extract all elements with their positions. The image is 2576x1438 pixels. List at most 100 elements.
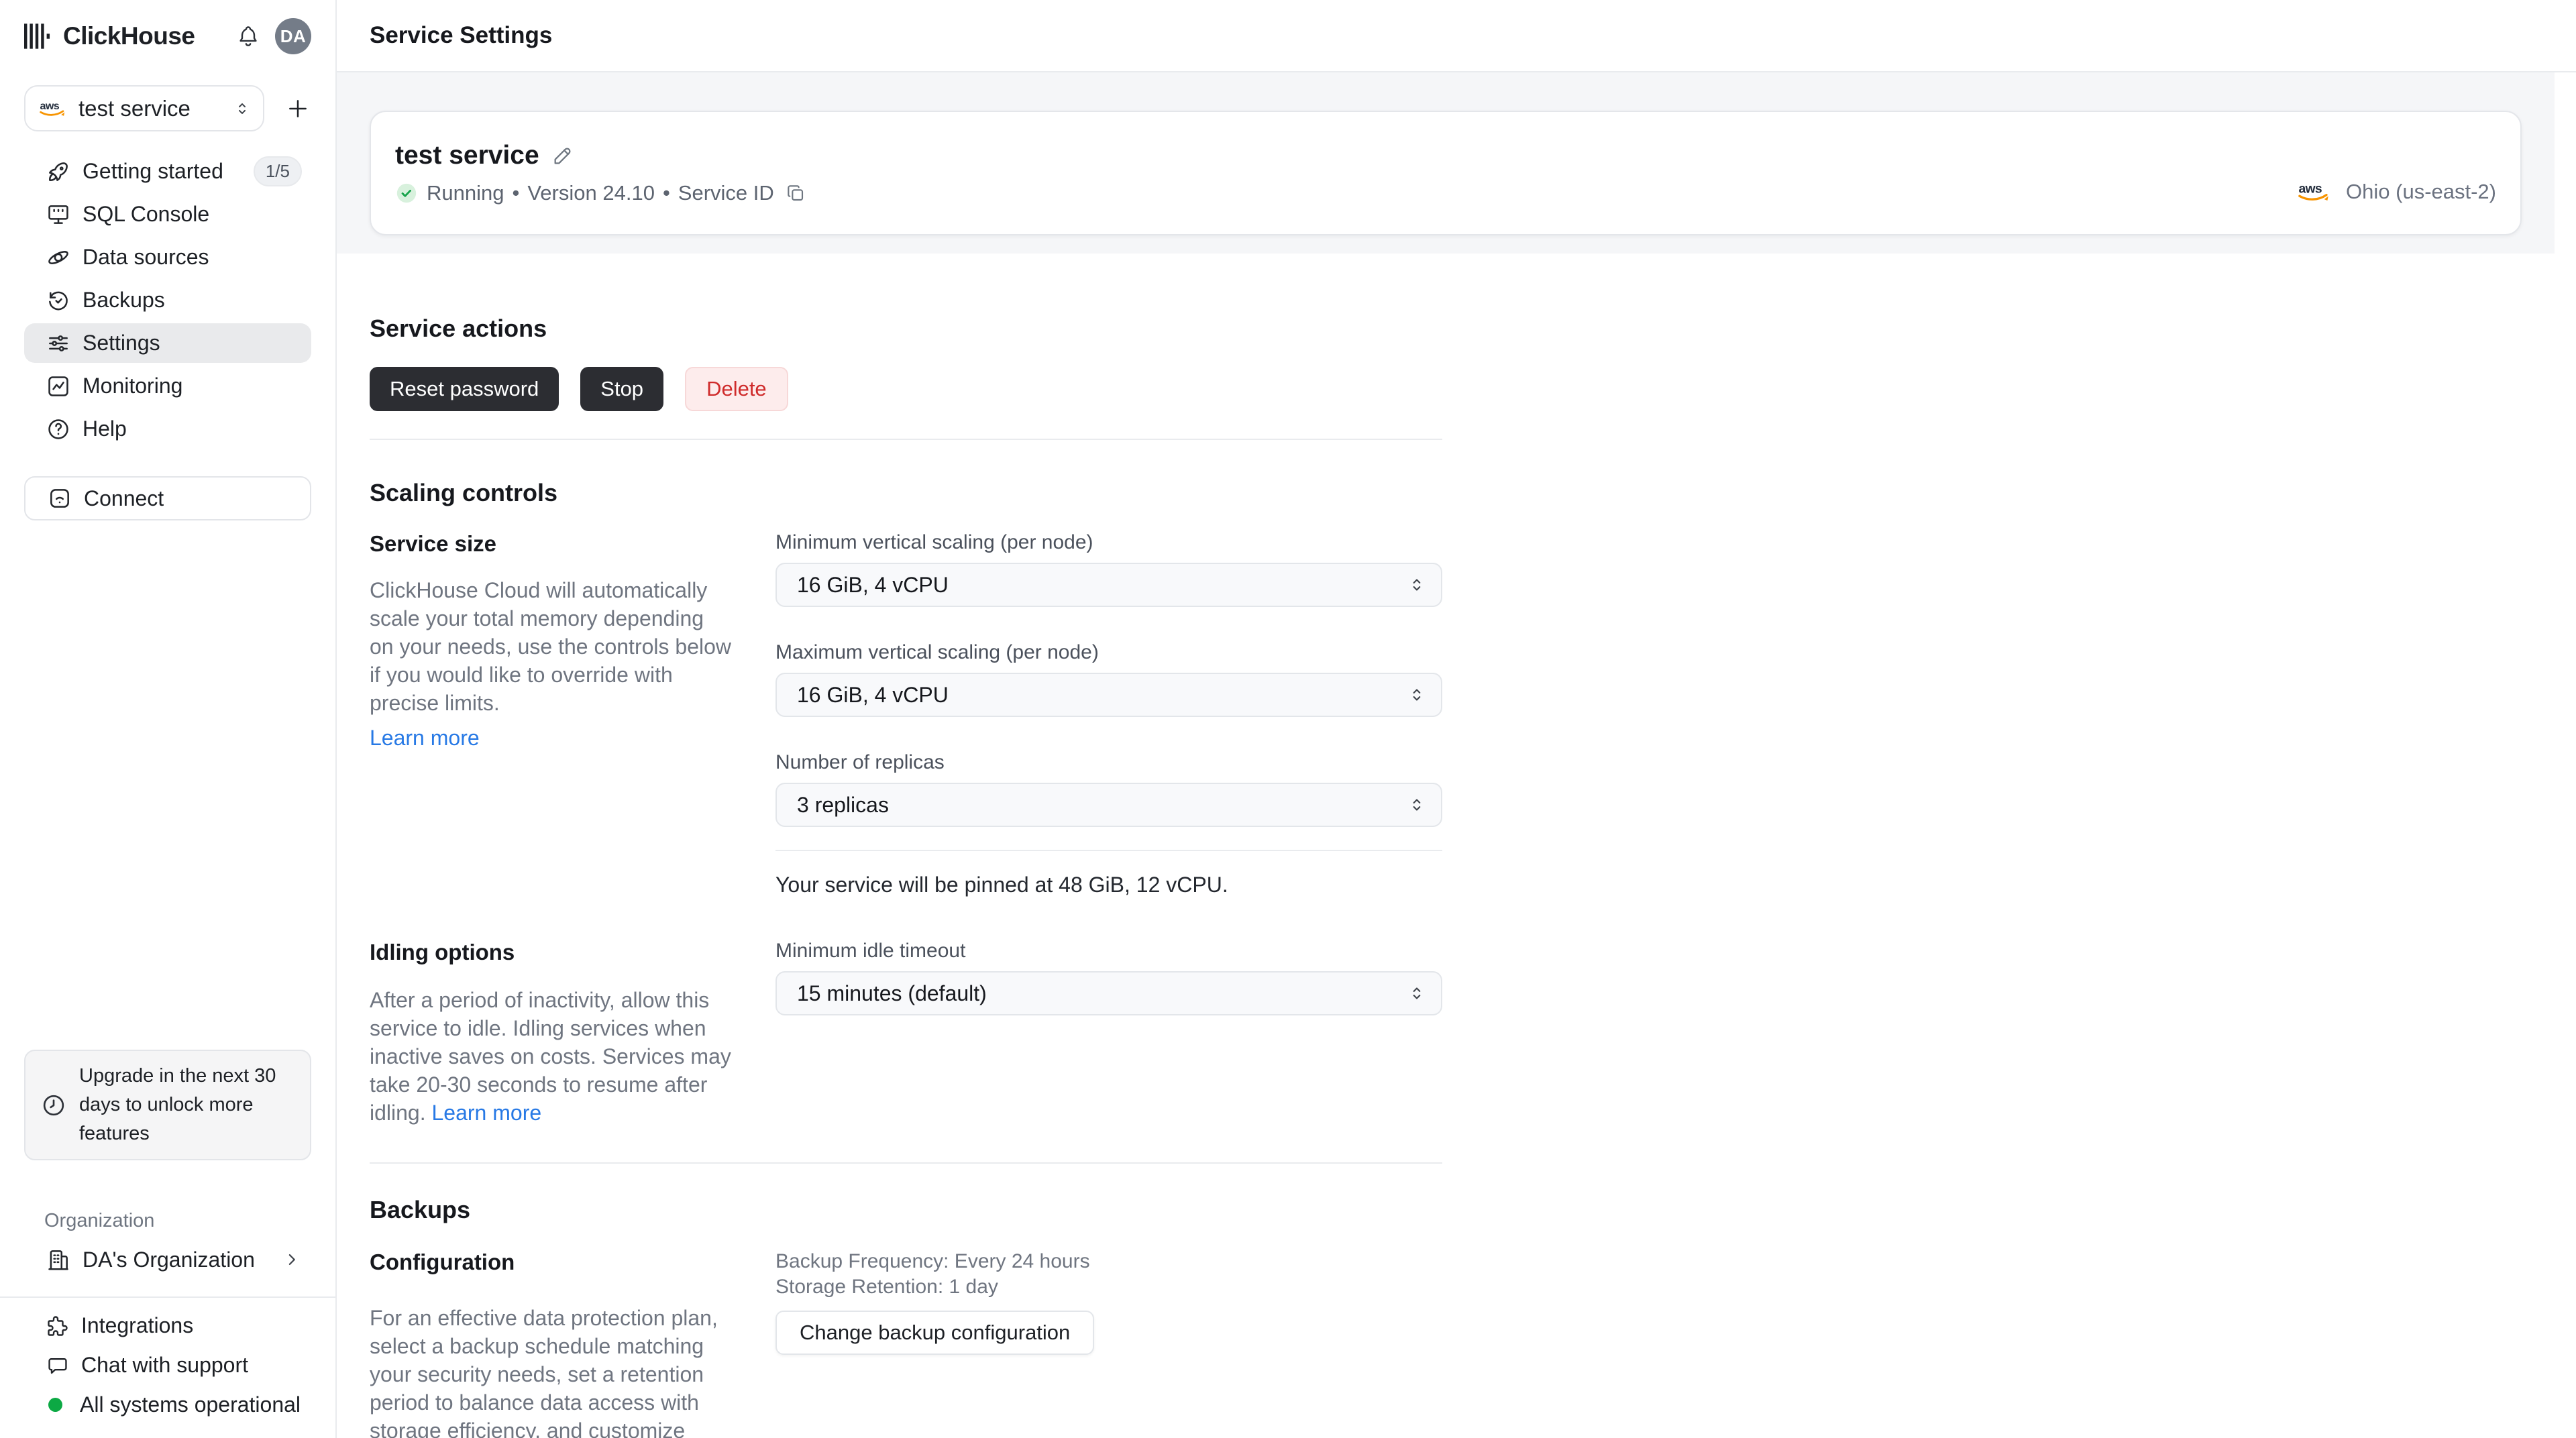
scaling-learn-more-link[interactable]: Learn more [370, 724, 480, 752]
scaling-controls-title: Scaling controls [370, 479, 558, 506]
chevron-up-down-icon [1407, 575, 1426, 594]
fields-divider [775, 850, 1442, 851]
new-service-button[interactable] [284, 95, 311, 122]
idling-description-text: After a period of inactivity, allow this… [370, 988, 731, 1125]
sidebar-item-sql-console[interactable]: SQL Console [24, 195, 311, 234]
footer-item-label: Chat with support [81, 1353, 249, 1377]
max-scaling-select[interactable]: 16 GiB, 4 vCPU [775, 673, 1442, 717]
service-actions-title: Service actions [370, 315, 547, 342]
chevron-right-icon [282, 1250, 302, 1270]
service-id-label: Service ID [678, 181, 774, 205]
chart-icon [46, 374, 71, 399]
connect-label: Connect [84, 486, 164, 510]
connect-button[interactable]: Connect [24, 476, 311, 520]
service-size-column: Service size ClickHouse Cloud will autom… [370, 531, 731, 897]
sidebar-item-integrations[interactable]: Integrations [24, 1306, 311, 1345]
avatar[interactable]: DA [275, 18, 311, 54]
service-card: test service Running • Version 24.10 • S… [370, 111, 2522, 235]
organization-item[interactable]: DA's Organization [24, 1240, 311, 1279]
backup-config-column: Configuration For an effective data prot… [370, 1249, 731, 1438]
scaling-fields-column: Minimum vertical scaling (per node) 16 G… [775, 531, 1442, 897]
console-icon [46, 202, 71, 227]
backup-description: For an effective data protection plan, s… [370, 1306, 718, 1438]
aws-logo-icon: aws [38, 99, 68, 119]
copy-icon[interactable] [785, 182, 806, 204]
provider-region: aws Ohio (us-east-2) [2295, 180, 2496, 204]
service-selector-row: aws test service [24, 85, 311, 131]
replicas-label: Number of replicas [775, 751, 945, 773]
organization-section-label: Organization [44, 1210, 155, 1231]
service-selector[interactable]: aws test service [24, 85, 264, 131]
app-window: ClickHouse DA aws test service Getting s… [0, 0, 2576, 1438]
notifications-bell-icon[interactable] [236, 24, 260, 48]
sidebar-footer: Integrations Chat with support All syste… [0, 1296, 335, 1438]
sidebar: ClickHouse DA aws test service Getting s… [0, 0, 337, 1438]
min-scaling-label: Minimum vertical scaling (per node) [775, 531, 1093, 553]
idle-timeout-value: 15 minutes (default) [797, 981, 987, 1005]
replicas-value: 3 replicas [797, 792, 889, 817]
sidebar-item-settings[interactable]: Settings [24, 323, 311, 363]
upgrade-banner[interactable]: Upgrade in the next 30 days to unlock mo… [24, 1050, 311, 1160]
idle-timeout-label: Minimum idle timeout [775, 940, 966, 962]
sidebar-item-help[interactable]: Help [24, 409, 311, 449]
min-scaling-select[interactable]: 16 GiB, 4 vCPU [775, 563, 1442, 607]
backup-settings-column: Backup Frequency: Every 24 hours Storage… [775, 1249, 1442, 1438]
idling-column: Idling options After a period of inactiv… [370, 939, 731, 1127]
puzzle-icon [46, 1314, 70, 1338]
sidebar-item-monitoring[interactable]: Monitoring [24, 366, 311, 406]
edit-pencil-icon[interactable] [551, 144, 574, 167]
settings-content: Service actions Reset password Stop Dele… [337, 254, 2576, 1438]
orbit-icon [46, 245, 71, 270]
brand-name: ClickHouse [63, 22, 195, 50]
clickhouse-logo-icon [24, 23, 52, 49]
sidebar-item-getting-started[interactable]: Getting started 1/5 [24, 152, 311, 191]
sidebar-item-label: Backups [83, 288, 165, 312]
system-status-label: All systems operational [80, 1392, 301, 1417]
max-scaling-label: Maximum vertical scaling (per node) [775, 641, 1099, 663]
sidebar-item-label: SQL Console [83, 202, 210, 226]
meta-separator: • [512, 181, 520, 205]
chat-bubble-icon [46, 1353, 70, 1378]
rocket-icon [46, 159, 71, 184]
sidebar-item-chat-support[interactable]: Chat with support [24, 1345, 311, 1385]
idle-timeout-select[interactable]: 15 minutes (default) [775, 971, 1442, 1015]
sidebar-nav: Getting started 1/5 SQL Console Data sou… [24, 152, 311, 449]
idling-row: Idling options After a period of inactiv… [370, 939, 2576, 1127]
service-name: test service [395, 141, 539, 170]
svg-text:aws: aws [40, 100, 59, 112]
svg-text:aws: aws [2298, 181, 2322, 196]
region-label: Ohio (us-east-2) [2346, 180, 2496, 203]
service-card-info: test service Running • Version 24.10 • S… [395, 141, 806, 205]
storage-retention-text: Storage Retention: 1 day [775, 1276, 998, 1298]
page-header: Service Settings [337, 0, 2576, 72]
idling-learn-more-link[interactable]: Learn more [432, 1101, 542, 1125]
change-backup-configuration-button[interactable]: Change backup configuration [775, 1311, 1095, 1355]
stop-button[interactable]: Stop [580, 367, 664, 411]
max-scaling-field: Maximum vertical scaling (per node) 16 G… [775, 641, 1442, 717]
sidebar-bottom: Upgrade in the next 30 days to unlock mo… [0, 1050, 335, 1438]
sidebar-item-label: Data sources [83, 245, 209, 269]
sidebar-item-label: Getting started [83, 159, 223, 183]
service-size-description: ClickHouse Cloud will automatically scal… [370, 578, 731, 715]
clock-icon [40, 1092, 67, 1119]
chevron-up-down-icon [233, 100, 251, 117]
sidebar-item-backups[interactable]: Backups [24, 280, 311, 320]
delete-button[interactable]: Delete [685, 367, 788, 411]
sidebar-item-data-sources[interactable]: Data sources [24, 237, 311, 277]
pinned-note: Your service will be pinned at 48 GiB, 1… [775, 873, 1228, 897]
min-scaling-field: Minimum vertical scaling (per node) 16 G… [775, 531, 1442, 607]
backups-title: Backups [370, 1196, 471, 1223]
organization-name: DA's Organization [83, 1247, 255, 1272]
system-status-item[interactable]: All systems operational [24, 1385, 311, 1425]
brand-row: ClickHouse DA [0, 0, 335, 72]
service-actions-row: Reset password Stop Delete [370, 367, 2576, 411]
idle-timeout-column: Minimum idle timeout 15 minutes (default… [775, 939, 1442, 1127]
footer-item-label: Integrations [81, 1313, 194, 1337]
min-scaling-value: 16 GiB, 4 vCPU [797, 572, 949, 597]
help-icon [46, 417, 71, 442]
replicas-select[interactable]: 3 replicas [775, 783, 1442, 827]
chevron-up-down-icon [1407, 795, 1426, 814]
main-area: Service Settings test service Running • … [337, 0, 2576, 1438]
service-size-row: Service size ClickHouse Cloud will autom… [370, 531, 2576, 897]
reset-password-button[interactable]: Reset password [370, 367, 559, 411]
